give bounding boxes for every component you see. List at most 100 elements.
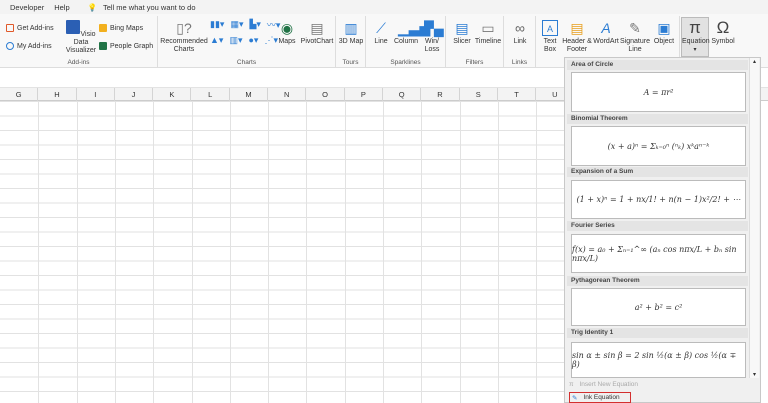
header-footer-button[interactable]: ▤ Header & Footer bbox=[562, 20, 592, 54]
chart-type-buttons[interactable]: ▮▮▾ ▦▾ ▙▾ 〰▾ ▲▾ ▥▾ ●▾ ⋰▾ bbox=[210, 18, 284, 46]
column-header[interactable]: L bbox=[192, 88, 230, 101]
column-header[interactable]: N bbox=[268, 88, 307, 101]
gallery-item-title: Pythagorean Theorem bbox=[567, 276, 748, 286]
pivotchart-button[interactable]: ▤ PivotChart bbox=[300, 20, 334, 46]
column-header[interactable]: S bbox=[460, 88, 498, 101]
ink-equation-button[interactable]: ✎ Ink Equation bbox=[569, 392, 631, 403]
gallery-item-title: Expansion of a Sum bbox=[567, 167, 748, 177]
get-addins-button[interactable]: Get Add-ins bbox=[6, 24, 54, 32]
bing-maps-button[interactable]: Bing Maps bbox=[99, 24, 143, 32]
symbol-button[interactable]: Ω Symbol bbox=[710, 18, 736, 46]
gallery-scrollbar[interactable]: ▴ ▾ bbox=[749, 58, 759, 378]
insert-new-equation: π Insert New Equation bbox=[569, 381, 639, 388]
wordart-button[interactable]: A WordArt bbox=[592, 20, 620, 46]
my-addins-button[interactable]: My Add-ins bbox=[6, 42, 52, 50]
column-gridline bbox=[383, 101, 384, 403]
group-addins: Get Add-ins My Add-ins Visio Data Visual… bbox=[0, 16, 158, 68]
pi-icon: π bbox=[689, 18, 701, 37]
column-header[interactable]: Q bbox=[383, 88, 422, 101]
column-header[interactable]: J bbox=[115, 88, 154, 101]
column-gridline bbox=[76, 101, 78, 403]
gallery-equation[interactable]: A = πr² bbox=[571, 72, 746, 112]
gallery-equation[interactable]: (1 + x)ⁿ = 1 + nx/1! + n(n − 1)x²/2! + ⋯ bbox=[571, 180, 746, 219]
group-filters: ▤ Slicer ▭ Timeline Filters bbox=[446, 16, 504, 68]
combo-chart-icon[interactable]: ▥▾ bbox=[229, 35, 242, 46]
tell-me-input[interactable]: Tell me what you want to do bbox=[103, 3, 196, 12]
column-gridline bbox=[497, 101, 499, 403]
timeline-icon: ▭ bbox=[481, 20, 495, 36]
column-gridline bbox=[459, 101, 461, 403]
object-button[interactable]: ▣ Object bbox=[650, 20, 678, 46]
column-gridline bbox=[153, 101, 155, 403]
column-gridline bbox=[229, 101, 231, 403]
3d-map-button[interactable]: ▥ 3D Map bbox=[336, 20, 366, 46]
group-label: Sparklines bbox=[390, 59, 421, 66]
link-button[interactable]: ∞ Link bbox=[504, 20, 536, 46]
text-box-icon: A bbox=[542, 20, 558, 36]
store-icon bbox=[6, 24, 14, 32]
globe-icon: ◉ bbox=[280, 20, 294, 36]
signature-line-button[interactable]: ✎ Signature Line bbox=[620, 20, 650, 54]
gallery-equation[interactable]: (x + a)ⁿ = Σₖ₌₀ⁿ (ⁿₖ) xᵏaⁿ⁻ᵏ bbox=[571, 126, 746, 166]
column-header[interactable]: G bbox=[0, 88, 39, 101]
column-header[interactable]: O bbox=[306, 88, 345, 101]
column-header[interactable]: R bbox=[421, 88, 460, 101]
text-box-button[interactable]: A Text Box bbox=[538, 20, 562, 54]
pivotchart-icon: ▤ bbox=[310, 20, 324, 36]
omega-icon: Ω bbox=[716, 18, 730, 37]
group-label: Tours bbox=[342, 59, 359, 66]
equation-button[interactable]: π Equation ▾ bbox=[681, 17, 710, 57]
sparkline-winloss-button[interactable]: ▀▄ Win/ Loss bbox=[420, 20, 444, 54]
visio-button[interactable]: Visio Data Visualizer bbox=[64, 20, 98, 55]
column-header[interactable]: P bbox=[345, 88, 383, 101]
equation-gallery: ▴ ▾ π Insert New Equation ✎ Ink Equation Ar… bbox=[564, 57, 761, 403]
object-icon: ▣ bbox=[657, 20, 671, 36]
column-header[interactable]: I bbox=[77, 88, 115, 101]
timeline-button[interactable]: ▭ Timeline bbox=[474, 20, 502, 46]
column-header[interactable]: T bbox=[498, 88, 537, 101]
slicer-button[interactable]: ▤ Slicer bbox=[450, 20, 474, 46]
sparkline-column-button[interactable]: ▁▃▅ Column bbox=[392, 20, 430, 46]
scroll-up-icon[interactable]: ▴ bbox=[750, 58, 759, 65]
slicer-icon: ▤ bbox=[455, 20, 469, 36]
worksheet-grid[interactable] bbox=[0, 101, 565, 403]
column-gridline bbox=[268, 101, 270, 403]
column-header[interactable]: K bbox=[153, 88, 192, 101]
pie-chart-icon[interactable]: ●▾ bbox=[248, 35, 258, 46]
header-footer-icon: ▤ bbox=[570, 20, 584, 36]
group-label: Filters bbox=[465, 59, 484, 66]
column-gridline bbox=[306, 101, 308, 403]
chart-question-icon: ▯? bbox=[176, 20, 192, 36]
ink-equation-icon: ✎ bbox=[572, 394, 578, 402]
link-icon: ∞ bbox=[515, 20, 525, 36]
winloss-icon: ▀▄ bbox=[424, 20, 444, 36]
gallery-item-title: Trig Identity 1 bbox=[567, 328, 748, 338]
column-header[interactable]: M bbox=[230, 88, 269, 101]
column-gridline bbox=[114, 101, 116, 403]
menu-bar: Developer Help 💡 Tell me what you want t… bbox=[0, 0, 768, 14]
people-graph-button[interactable]: People Graph bbox=[99, 42, 153, 50]
lightbulb-icon: 💡 bbox=[87, 2, 97, 12]
stat-chart-icon[interactable]: ▲▾ bbox=[210, 35, 223, 46]
column-gridline bbox=[191, 101, 193, 403]
group-sparklines: ⟋ Line ▁▃▅ Column ▀▄ Win/ Loss Sparklines bbox=[366, 16, 446, 68]
column-header[interactable]: H bbox=[38, 88, 77, 101]
gallery-equation[interactable]: f(x) = a₀ + Σₙ₌₁^∞ (aₙ cos nπx/L + bₙ si… bbox=[571, 234, 746, 273]
hierarchy-chart-icon[interactable]: ▦▾ bbox=[230, 19, 243, 30]
column-gridline bbox=[344, 101, 346, 403]
maps-button[interactable]: ◉ Maps bbox=[274, 20, 300, 46]
scroll-down-icon[interactable]: ▾ bbox=[750, 371, 759, 378]
signature-icon: ✎ bbox=[629, 20, 641, 36]
3d-map-icon: ▥ bbox=[344, 20, 358, 36]
column-gridline bbox=[38, 101, 40, 403]
column-chart-icon[interactable]: ▮▮▾ bbox=[210, 19, 224, 30]
menu-developer[interactable]: Developer bbox=[10, 3, 44, 12]
gallery-equation[interactable]: a² + b² = c² bbox=[571, 288, 746, 326]
menu-help[interactable]: Help bbox=[54, 3, 69, 12]
waterfall-chart-icon[interactable]: ▙▾ bbox=[249, 19, 260, 30]
recommended-charts-button[interactable]: ▯? Recommended Charts bbox=[160, 20, 208, 54]
gallery-equation[interactable]: sin α ± sin β = 2 sin ½(α ± β) cos ½(α ∓… bbox=[571, 342, 746, 378]
sparkline-line-button[interactable]: ⟋ Line bbox=[370, 20, 392, 46]
sparkline-line-icon: ⟋ bbox=[376, 20, 386, 36]
gallery-item-title: Fourier Series bbox=[567, 221, 748, 231]
